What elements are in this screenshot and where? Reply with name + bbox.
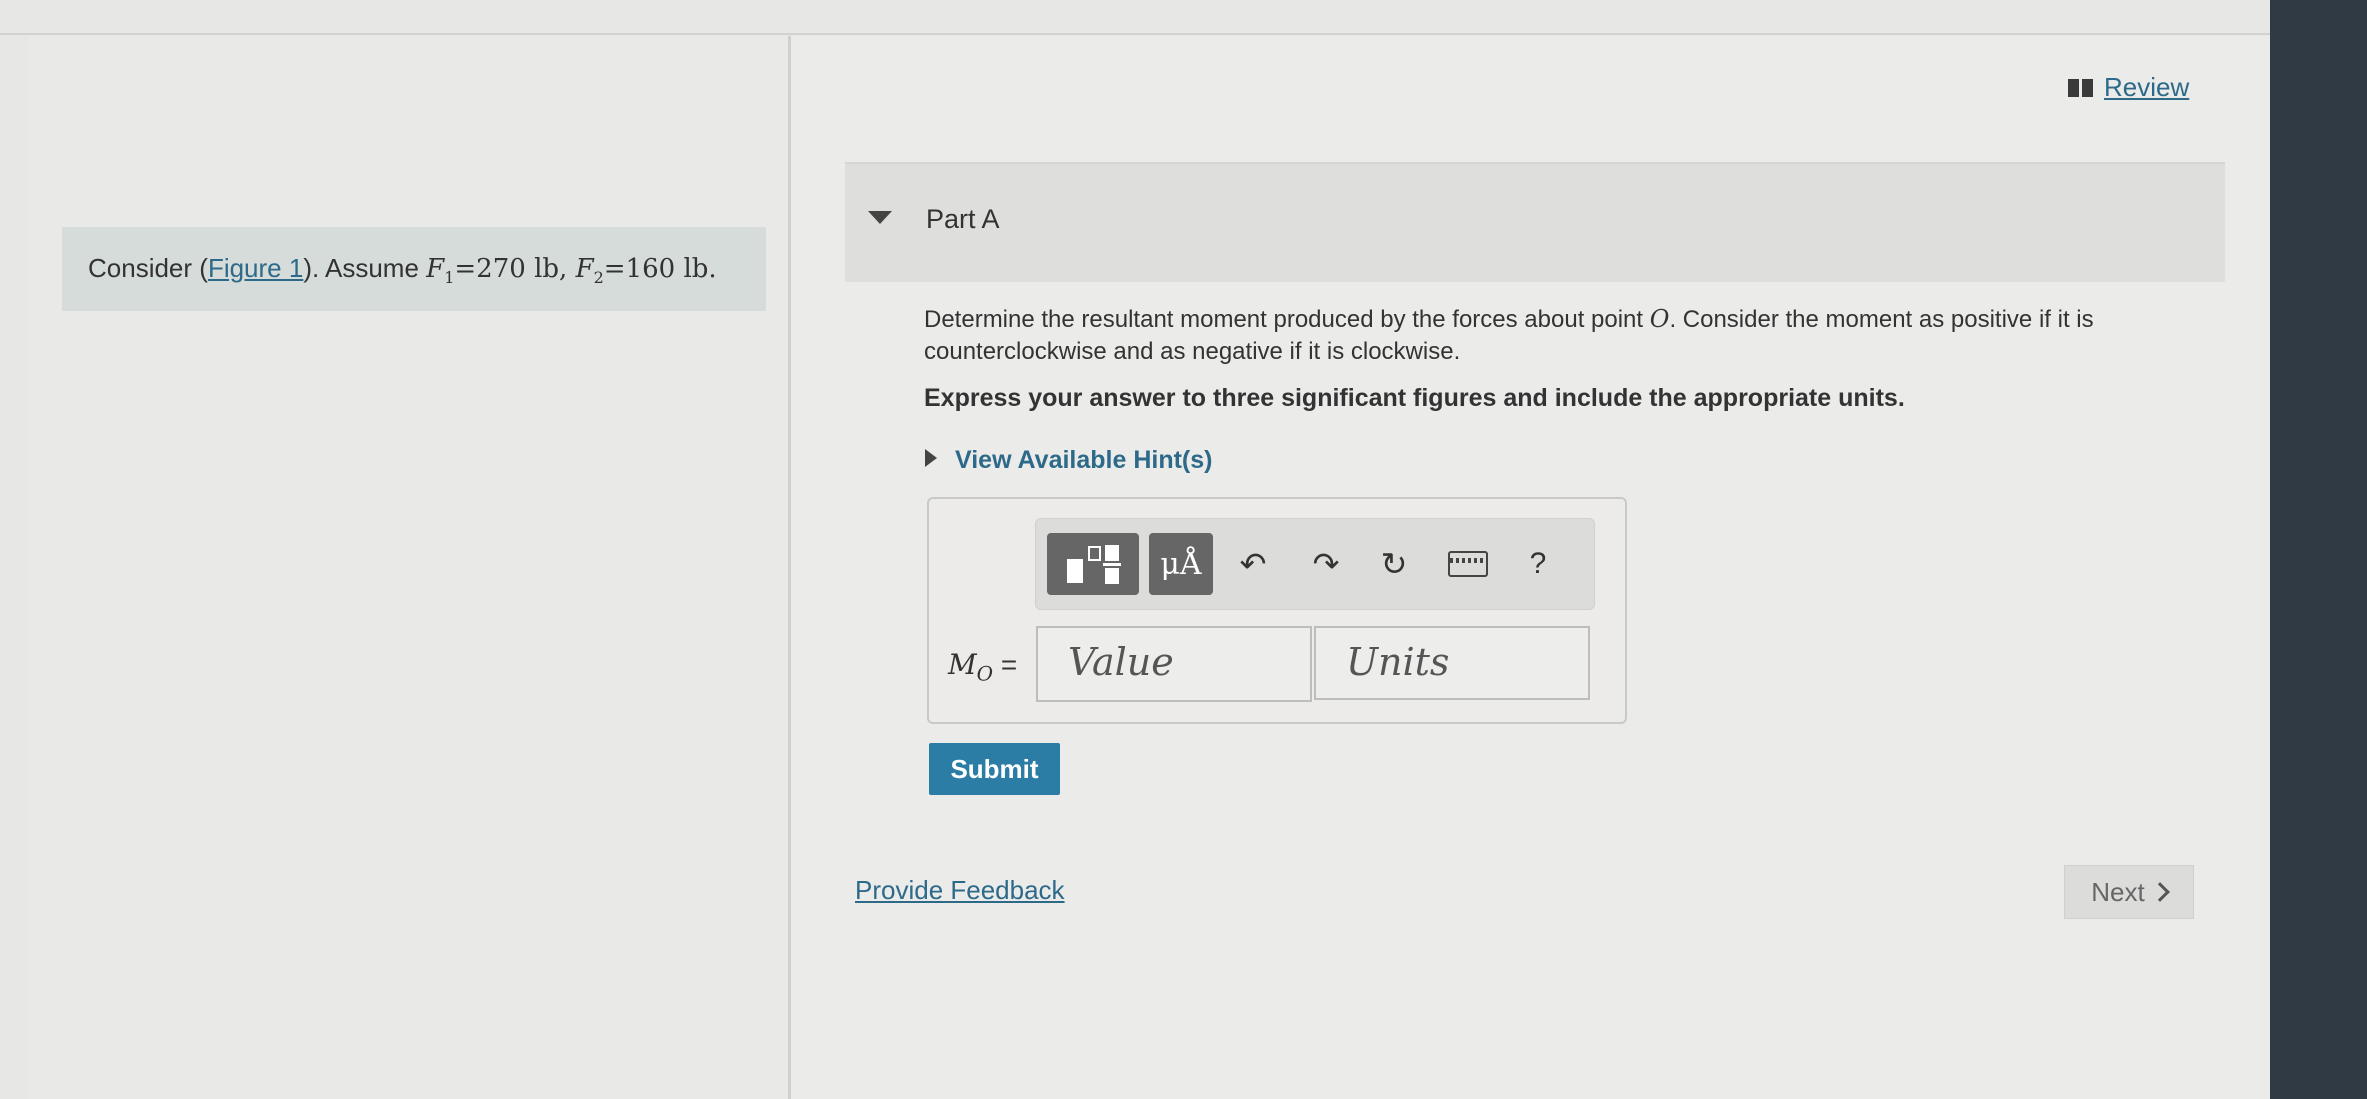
undo-icon[interactable]: ↶ — [1231, 533, 1275, 595]
view-hints-link[interactable]: View Available Hint(s) — [955, 446, 1212, 475]
part-a-title: Part A — [926, 204, 1000, 234]
figure-link[interactable]: Figure 1 — [208, 253, 303, 283]
f1-value: =270 lb, — [454, 254, 576, 284]
collapse-triangle-icon[interactable] — [868, 211, 892, 224]
f2-value: =160 lb. — [603, 254, 717, 284]
question-start: Determine the resultant moment produced … — [924, 306, 1650, 333]
point-symbol: O — [1649, 305, 1670, 333]
problem-suffix: ). Assume — [303, 253, 427, 283]
problem-statement: Consider (Figure 1). Assume F1=270 lb, F… — [88, 253, 717, 287]
units-input[interactable]: Units — [1314, 626, 1590, 700]
book-icon — [2068, 78, 2094, 97]
templates-button[interactable] — [1047, 533, 1139, 595]
units-placeholder: Units — [1346, 640, 1450, 684]
reset-icon[interactable]: ↻ — [1372, 533, 1416, 595]
left-pane — [28, 36, 788, 1099]
screen-edge — [2270, 0, 2367, 1099]
equals-sign: = — [993, 649, 1018, 680]
moment-symbol: M — [948, 648, 977, 681]
review-link[interactable]: Review — [2068, 72, 2189, 103]
f1-subscript: 1 — [444, 268, 455, 288]
value-input[interactable]: Value — [1036, 626, 1312, 702]
top-rule — [0, 33, 2290, 35]
value-placeholder: Value — [1068, 640, 1174, 684]
part-a-header[interactable] — [845, 164, 2225, 282]
answer-label: MO = — [948, 648, 1017, 686]
f2-symbol: F — [575, 254, 594, 284]
f1-symbol: F — [426, 254, 445, 284]
help-icon[interactable]: ? — [1516, 533, 1560, 595]
redo-icon[interactable]: ↷ — [1304, 533, 1348, 595]
f2-subscript: 2 — [593, 268, 604, 288]
provide-feedback-link[interactable]: Provide Feedback — [855, 875, 1065, 906]
moment-subscript: O — [976, 661, 994, 686]
next-button[interactable]: Next — [2064, 865, 2194, 919]
expand-triangle-icon[interactable] — [925, 449, 937, 467]
chevron-right-icon — [2149, 882, 2170, 902]
next-label: Next — [2091, 876, 2145, 907]
submit-button[interactable]: Submit — [929, 743, 1060, 795]
math-toolbar: μÅ ↶ ↷ ↻ ? — [1035, 518, 1595, 610]
question-text: Determine the resultant moment produced … — [924, 303, 2224, 368]
answer-instruction: Express your answer to three significant… — [924, 384, 1905, 412]
problem-prefix: Consider ( — [88, 253, 208, 283]
templates-icon — [1067, 545, 1121, 584]
keyboard-icon[interactable] — [1446, 533, 1490, 595]
units-button[interactable]: μÅ — [1149, 533, 1213, 595]
review-label: Review — [2104, 72, 2190, 102]
